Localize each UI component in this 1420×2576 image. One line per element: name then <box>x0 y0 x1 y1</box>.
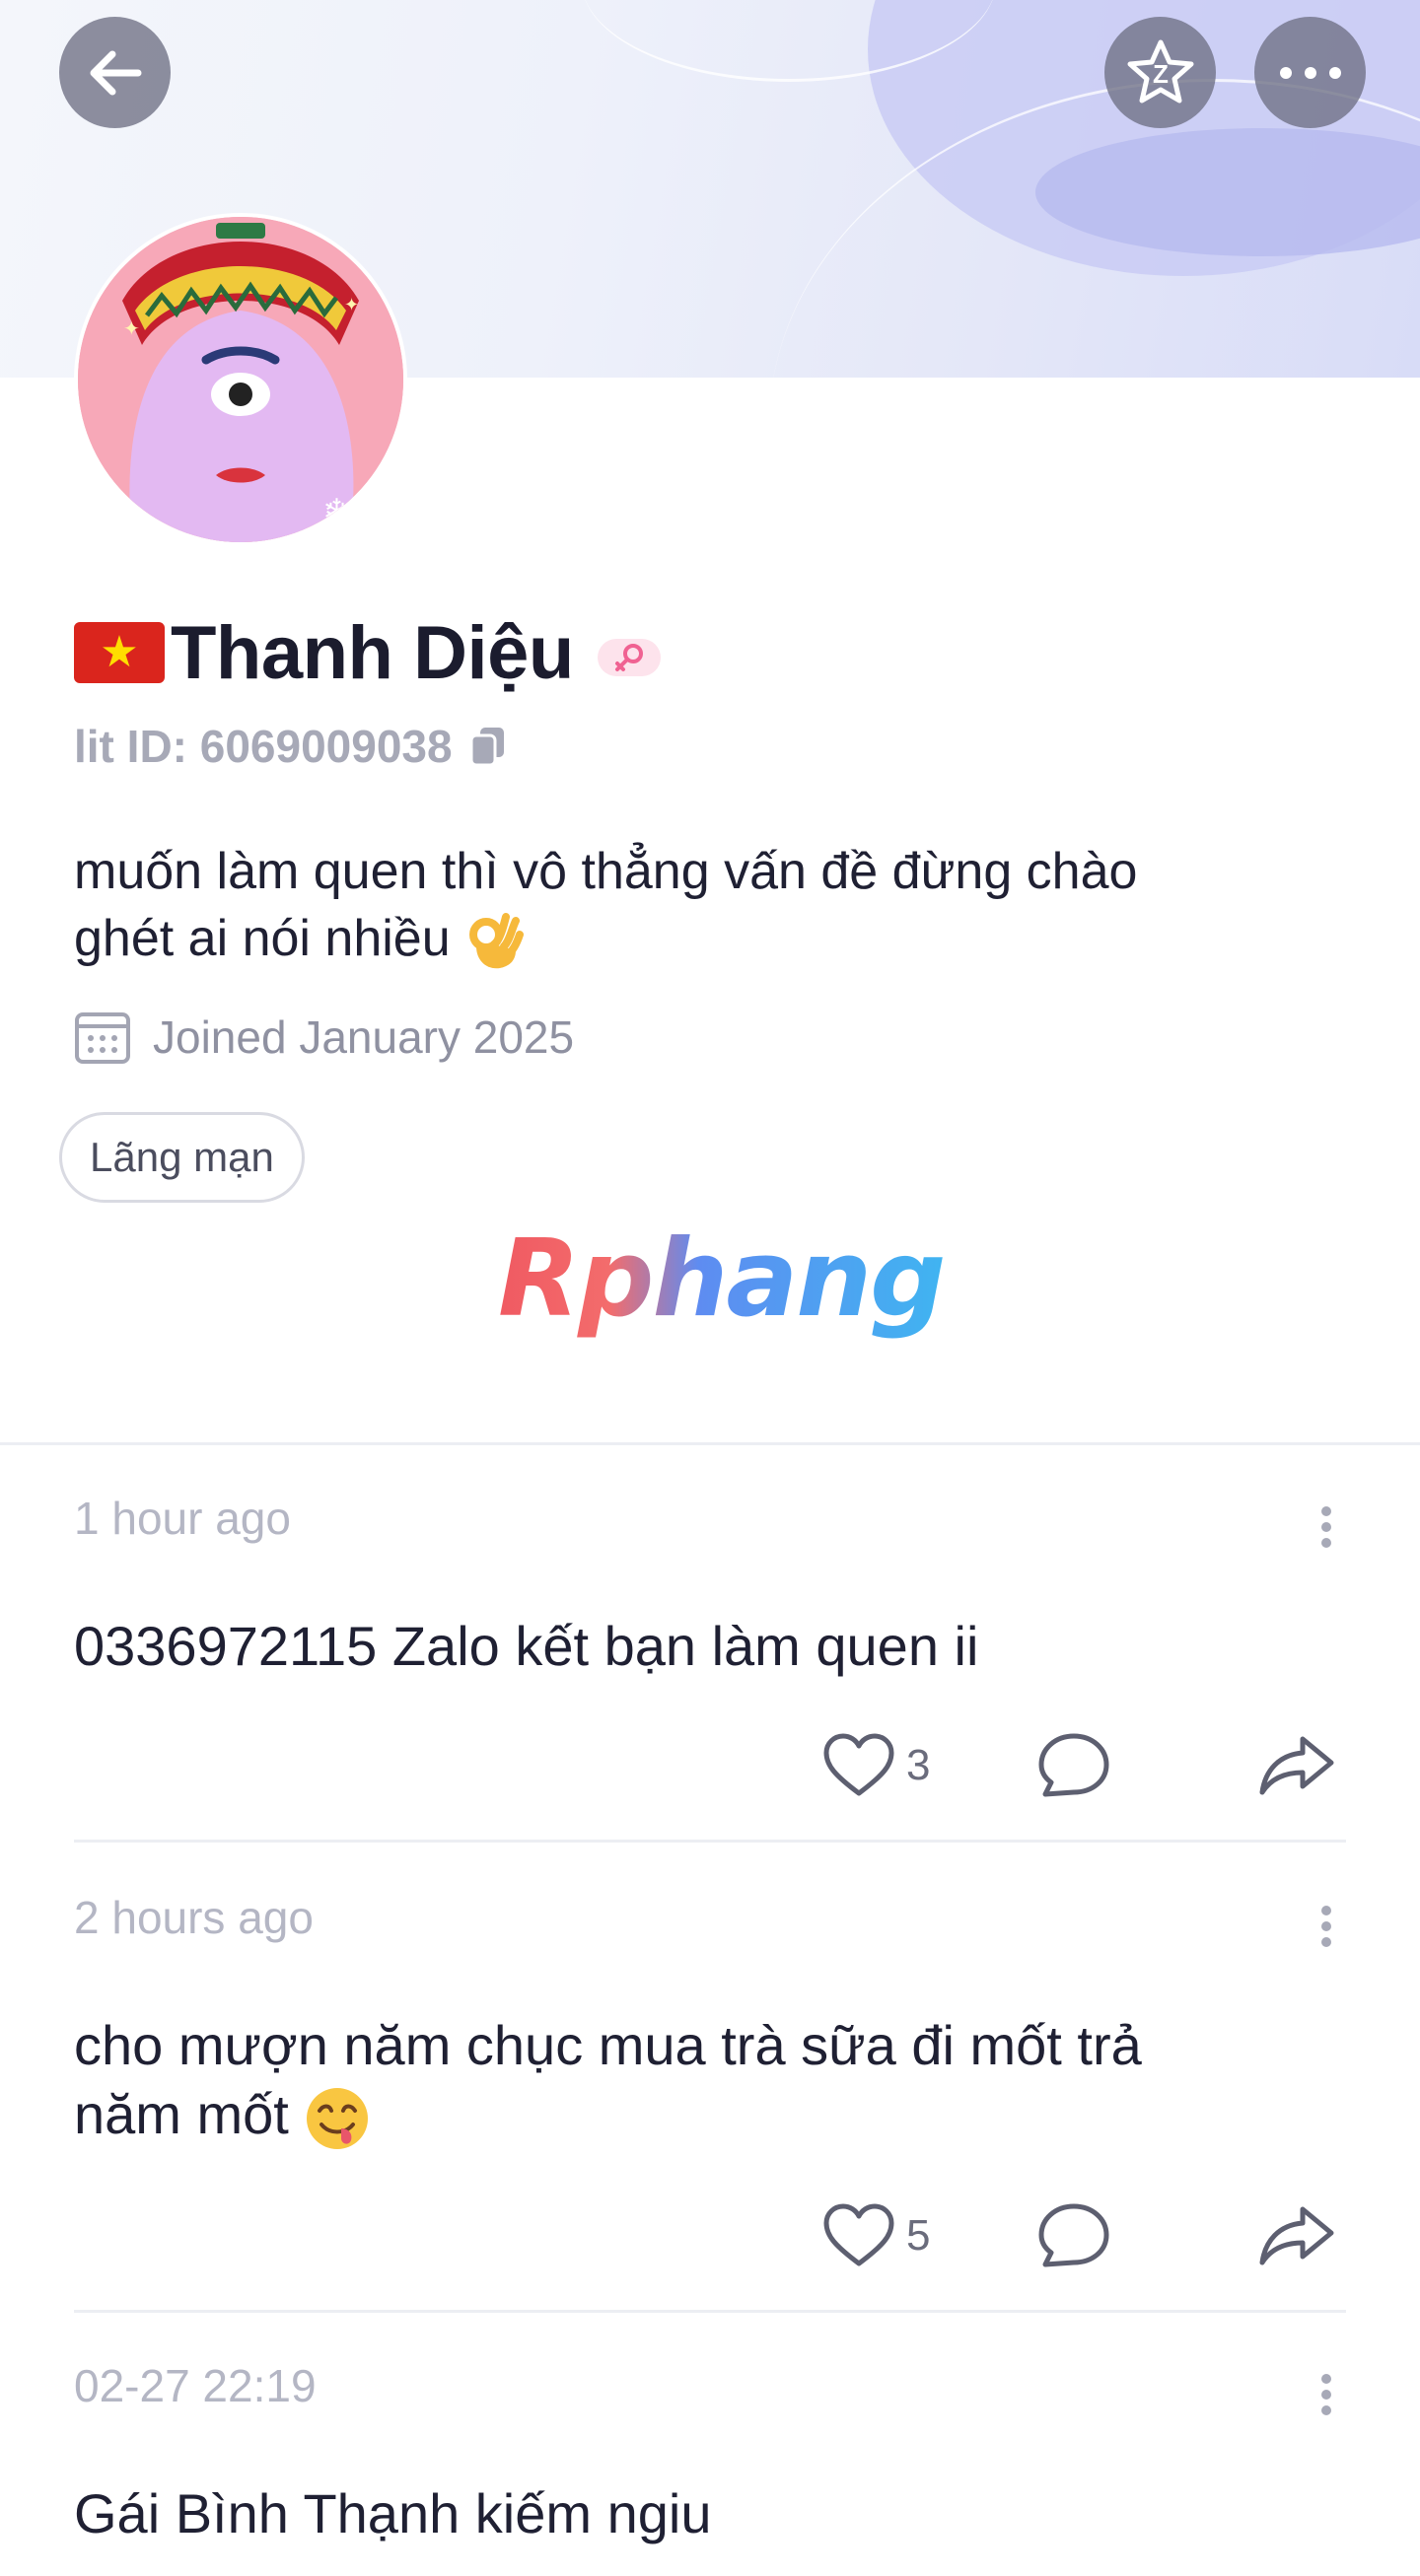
gender-badge <box>597 639 661 676</box>
post-item: 1 hour ago 0336972115 Zalo kết bạn làm q… <box>74 1492 1346 1846</box>
post-text: cho mượn năm chục mua trà sữa đi mốt trả… <box>74 2011 1297 2152</box>
post-timestamp: 2 hours ago <box>74 1892 314 1943</box>
post-text: 0336972115 Zalo kết bạn làm quen ii <box>74 1615 979 1677</box>
post-text-content: năm mốt <box>74 2083 289 2145</box>
more-vertical-icon <box>1321 1906 1331 1947</box>
heart-icon <box>823 1733 894 1796</box>
comment-icon <box>1038 1733 1109 1797</box>
vietnam-flag-icon <box>74 622 165 683</box>
avatar-image: ❄ ✦ ✦ <box>78 217 403 542</box>
avatar[interactable]: ❄ ✦ ✦ <box>74 213 407 546</box>
post-more-button[interactable] <box>1307 1497 1346 1557</box>
post-divider <box>74 1840 1346 1843</box>
yum-face-emoji-icon <box>307 2088 369 2150</box>
comment-button[interactable] <box>1037 1726 1110 1805</box>
favorite-button[interactable]: Z <box>1104 17 1216 128</box>
post-actions: 5 <box>74 2196 1346 2275</box>
post-text-line: cho mượn năm chục mua trà sữa đi mốt trả <box>74 2014 1142 2076</box>
comment-button[interactable] <box>1037 2196 1110 2275</box>
like-button[interactable]: 3 <box>821 1726 930 1805</box>
more-vertical-icon <box>1321 2374 1331 2415</box>
more-options-button[interactable] <box>1254 17 1366 128</box>
calendar-icon <box>74 1009 131 1066</box>
joined-date-text: Joined January 2025 <box>153 1011 575 1063</box>
star-icon: Z <box>1127 39 1193 103</box>
lit-id-row: lit ID: 6069009038 <box>74 717 506 776</box>
like-button[interactable]: 5 <box>821 2196 930 2275</box>
post-timestamp: 1 hour ago <box>74 1493 291 1544</box>
share-icon <box>1259 1736 1334 1795</box>
arrow-left-icon <box>90 50 141 95</box>
lit-id-text: lit ID: 6069009038 <box>74 721 453 772</box>
post-item: 02-27 22:19 Gái Bình Thạnh kiếm ngiu <box>74 2359 1346 2556</box>
post-text: Gái Bình Thạnh kiếm ngiu <box>74 2482 712 2544</box>
ok-hand-emoji-icon <box>469 913 525 969</box>
more-horizontal-icon <box>1279 66 1341 79</box>
svg-text:✦: ✦ <box>344 295 359 315</box>
interest-tag[interactable]: Lãng mạn <box>59 1112 305 1203</box>
profile-bio: muốn làm quen thì vô thẳng vấn đề đừng c… <box>74 838 1356 972</box>
share-button[interactable] <box>1257 1726 1336 1805</box>
comment-icon <box>1038 2203 1109 2267</box>
post-text-line-2: năm mốt <box>74 2080 1297 2152</box>
profile-name-row: Thanh Diệu <box>74 603 661 702</box>
heart-icon <box>823 2203 894 2266</box>
share-icon <box>1259 2206 1334 2265</box>
post-more-button[interactable] <box>1307 1897 1346 1956</box>
post-divider <box>74 2310 1346 2313</box>
post-item: 2 hours ago cho mượn năm chục mua trà sữ… <box>74 1891 1346 2315</box>
copy-icon[interactable] <box>468 726 506 767</box>
svg-text:❄: ❄ <box>322 492 351 531</box>
like-count: 5 <box>906 2211 931 2260</box>
post-more-button[interactable] <box>1307 2365 1346 2424</box>
female-symbol-icon <box>614 644 643 671</box>
back-button[interactable] <box>59 17 171 128</box>
svg-text:✦: ✦ <box>123 316 140 340</box>
bio-line: muốn làm quen thì vô thẳng vấn đề đừng c… <box>74 843 1138 900</box>
more-vertical-icon <box>1321 1506 1331 1548</box>
bio-line-text: ghét ai nói nhiều <box>74 910 451 967</box>
share-button[interactable] <box>1257 2196 1336 2275</box>
post-timestamp: 02-27 22:19 <box>74 2360 317 2411</box>
post-actions: 3 <box>74 1726 1346 1805</box>
bio-line-2: ghét ai nói nhiều <box>74 905 1356 972</box>
svg-text:Z: Z <box>1153 59 1169 89</box>
joined-date-row: Joined January 2025 <box>74 1006 574 1069</box>
like-count: 3 <box>906 1741 931 1789</box>
profile-name: Thanh Diệu <box>171 610 574 695</box>
watermark-logo: Rphang <box>498 1218 946 1341</box>
section-divider <box>0 1442 1420 1445</box>
